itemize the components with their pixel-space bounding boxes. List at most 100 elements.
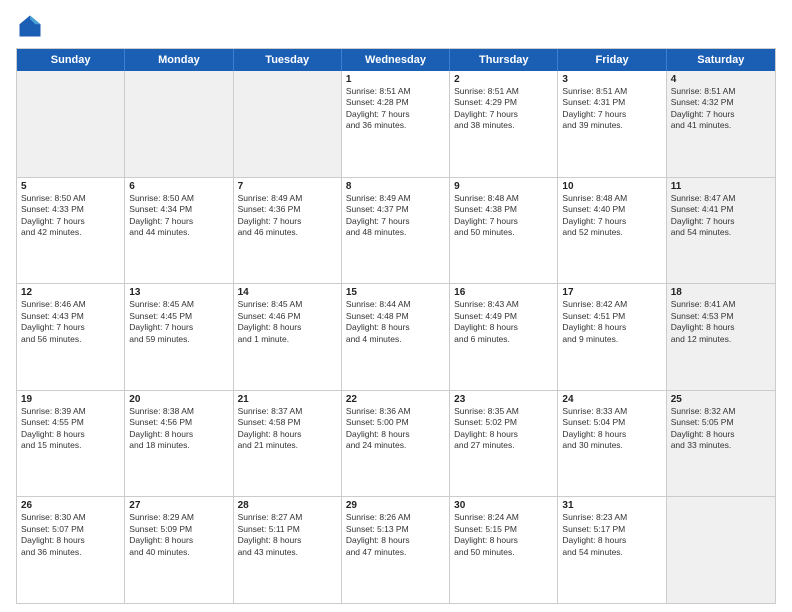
cell-line: and 12 minutes. (671, 334, 771, 345)
cell-line: and 4 minutes. (346, 334, 445, 345)
calendar-cell-w3-d5: 24Sunrise: 8:33 AMSunset: 5:04 PMDayligh… (558, 391, 666, 497)
cell-line: Daylight: 8 hours (238, 429, 337, 440)
calendar-body: 1Sunrise: 8:51 AMSunset: 4:28 PMDaylight… (17, 71, 775, 603)
cell-line: Sunrise: 8:29 AM (129, 512, 228, 523)
cell-line: Sunset: 4:32 PM (671, 97, 771, 108)
cell-line: Sunrise: 8:46 AM (21, 299, 120, 310)
cell-line: and 30 minutes. (562, 440, 661, 451)
header-day-saturday: Saturday (667, 49, 775, 71)
cell-line: Sunrise: 8:45 AM (129, 299, 228, 310)
cell-line: Sunset: 4:41 PM (671, 204, 771, 215)
day-number: 16 (454, 287, 553, 298)
cell-line: Sunrise: 8:49 AM (346, 193, 445, 204)
cell-line: Sunset: 4:46 PM (238, 311, 337, 322)
cell-line: Daylight: 7 hours (671, 216, 771, 227)
cell-line: and 27 minutes. (454, 440, 553, 451)
cell-line: and 54 minutes. (671, 227, 771, 238)
calendar-cell-w1-d4: 9Sunrise: 8:48 AMSunset: 4:38 PMDaylight… (450, 178, 558, 284)
cell-line: Sunrise: 8:50 AM (129, 193, 228, 204)
calendar-cell-w1-d6: 11Sunrise: 8:47 AMSunset: 4:41 PMDayligh… (667, 178, 775, 284)
cell-line: Daylight: 7 hours (346, 216, 445, 227)
header (16, 12, 776, 40)
calendar-cell-w4-d3: 29Sunrise: 8:26 AMSunset: 5:13 PMDayligh… (342, 497, 450, 603)
page: SundayMondayTuesdayWednesdayThursdayFrid… (0, 0, 792, 612)
cell-line: Daylight: 7 hours (238, 216, 337, 227)
cell-line: and 36 minutes. (21, 547, 120, 558)
cell-line: Sunset: 5:17 PM (562, 524, 661, 535)
cell-line: and 59 minutes. (129, 334, 228, 345)
calendar-cell-w3-d0: 19Sunrise: 8:39 AMSunset: 4:55 PMDayligh… (17, 391, 125, 497)
cell-line: Daylight: 7 hours (21, 322, 120, 333)
cell-line: and 50 minutes. (454, 547, 553, 558)
cell-line: Sunset: 4:28 PM (346, 97, 445, 108)
logo (16, 12, 48, 40)
calendar-cell-w1-d3: 8Sunrise: 8:49 AMSunset: 4:37 PMDaylight… (342, 178, 450, 284)
cell-line: and 56 minutes. (21, 334, 120, 345)
calendar-row-2: 12Sunrise: 8:46 AMSunset: 4:43 PMDayligh… (17, 284, 775, 391)
cell-line: Sunset: 4:51 PM (562, 311, 661, 322)
cell-line: Daylight: 7 hours (129, 216, 228, 227)
day-number: 23 (454, 394, 553, 405)
cell-line: and 50 minutes. (454, 227, 553, 238)
calendar-cell-w2-d4: 16Sunrise: 8:43 AMSunset: 4:49 PMDayligh… (450, 284, 558, 390)
cell-line: Sunrise: 8:51 AM (454, 86, 553, 97)
cell-line: and 9 minutes. (562, 334, 661, 345)
cell-line: Sunrise: 8:35 AM (454, 406, 553, 417)
calendar-row-4: 26Sunrise: 8:30 AMSunset: 5:07 PMDayligh… (17, 497, 775, 603)
header-day-thursday: Thursday (450, 49, 558, 71)
header-day-tuesday: Tuesday (234, 49, 342, 71)
day-number: 5 (21, 181, 120, 192)
cell-line: Sunrise: 8:51 AM (562, 86, 661, 97)
cell-line: and 39 minutes. (562, 120, 661, 131)
header-day-sunday: Sunday (17, 49, 125, 71)
calendar-cell-w2-d0: 12Sunrise: 8:46 AMSunset: 4:43 PMDayligh… (17, 284, 125, 390)
day-number: 14 (238, 287, 337, 298)
header-day-friday: Friday (558, 49, 666, 71)
cell-line: Sunrise: 8:26 AM (346, 512, 445, 523)
calendar-cell-w3-d4: 23Sunrise: 8:35 AMSunset: 5:02 PMDayligh… (450, 391, 558, 497)
cell-line: Sunset: 4:56 PM (129, 417, 228, 428)
cell-line: Daylight: 8 hours (21, 429, 120, 440)
cell-line: Daylight: 8 hours (238, 322, 337, 333)
cell-line: Sunset: 5:05 PM (671, 417, 771, 428)
calendar-cell-w2-d1: 13Sunrise: 8:45 AMSunset: 4:45 PMDayligh… (125, 284, 233, 390)
cell-line: Sunrise: 8:32 AM (671, 406, 771, 417)
header-day-wednesday: Wednesday (342, 49, 450, 71)
cell-line: Sunset: 4:36 PM (238, 204, 337, 215)
cell-line: Daylight: 8 hours (129, 429, 228, 440)
day-number: 11 (671, 181, 771, 192)
cell-line: Sunrise: 8:49 AM (238, 193, 337, 204)
cell-line: Daylight: 8 hours (671, 322, 771, 333)
calendar-cell-w1-d5: 10Sunrise: 8:48 AMSunset: 4:40 PMDayligh… (558, 178, 666, 284)
day-number: 29 (346, 500, 445, 511)
cell-line: Sunset: 4:53 PM (671, 311, 771, 322)
cell-line: Sunset: 4:45 PM (129, 311, 228, 322)
cell-line: Sunset: 4:55 PM (21, 417, 120, 428)
calendar: SundayMondayTuesdayWednesdayThursdayFrid… (16, 48, 776, 604)
cell-line: Daylight: 8 hours (346, 429, 445, 440)
cell-line: Daylight: 8 hours (562, 429, 661, 440)
cell-line: Sunrise: 8:43 AM (454, 299, 553, 310)
day-number: 9 (454, 181, 553, 192)
calendar-cell-w4-d5: 31Sunrise: 8:23 AMSunset: 5:17 PMDayligh… (558, 497, 666, 603)
cell-line: Sunset: 5:11 PM (238, 524, 337, 535)
cell-line: Daylight: 7 hours (671, 109, 771, 120)
cell-line: Sunrise: 8:51 AM (346, 86, 445, 97)
cell-line: and 24 minutes. (346, 440, 445, 451)
calendar-cell-w2-d5: 17Sunrise: 8:42 AMSunset: 4:51 PMDayligh… (558, 284, 666, 390)
cell-line: Daylight: 7 hours (562, 216, 661, 227)
cell-line: and 1 minute. (238, 334, 337, 345)
day-number: 4 (671, 74, 771, 85)
cell-line: Daylight: 8 hours (562, 535, 661, 546)
calendar-cell-w4-d2: 28Sunrise: 8:27 AMSunset: 5:11 PMDayligh… (234, 497, 342, 603)
cell-line: and 6 minutes. (454, 334, 553, 345)
cell-line: Sunrise: 8:38 AM (129, 406, 228, 417)
day-number: 15 (346, 287, 445, 298)
day-number: 2 (454, 74, 553, 85)
day-number: 12 (21, 287, 120, 298)
cell-line: Sunset: 5:13 PM (346, 524, 445, 535)
day-number: 31 (562, 500, 661, 511)
cell-line: Sunrise: 8:33 AM (562, 406, 661, 417)
calendar-cell-w1-d0: 5Sunrise: 8:50 AMSunset: 4:33 PMDaylight… (17, 178, 125, 284)
calendar-cell-w0-d3: 1Sunrise: 8:51 AMSunset: 4:28 PMDaylight… (342, 71, 450, 177)
